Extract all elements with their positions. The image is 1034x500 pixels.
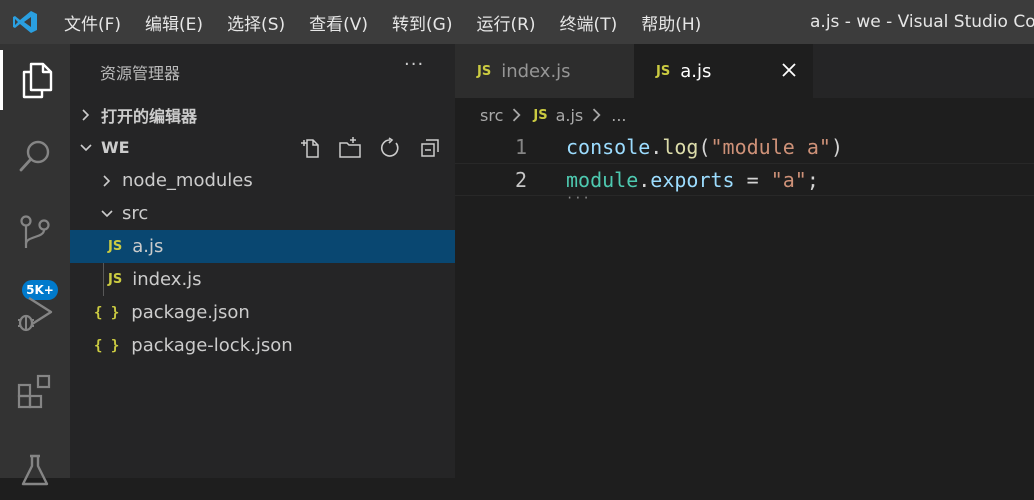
tree-item-label: node_modules (122, 170, 253, 191)
vscode-logo-icon (13, 11, 37, 33)
js-file-icon: JS (477, 63, 492, 79)
tab-index-js[interactable]: JS index.js (455, 44, 634, 98)
code-token: ( (698, 134, 711, 159)
new-folder-icon (339, 137, 361, 158)
tree-item-label: src (122, 203, 149, 224)
new-file-button[interactable] (297, 135, 323, 161)
code-token: log (662, 134, 699, 159)
new-file-icon (301, 139, 319, 158)
explorer-sidebar: 资源管理器 ··· 打开的编辑器 WE node_modules src JS … (70, 44, 455, 478)
more-actions-icon[interactable]: ··· (404, 54, 424, 75)
explorer-icon (22, 62, 52, 99)
activity-testing[interactable] (0, 440, 70, 500)
new-folder-button[interactable] (337, 135, 363, 161)
menu-edit[interactable]: 编辑(E) (133, 10, 215, 35)
line-number: 2 (514, 167, 527, 192)
collapse-all-icon (421, 139, 439, 157)
chevron-right-icon (82, 108, 90, 121)
chevron-right-icon (513, 108, 521, 122)
code-token: "a" (770, 167, 807, 192)
tree-item-label: package.json (131, 302, 250, 323)
code-token: exports (650, 167, 735, 192)
tree-folder-node-modules[interactable]: node_modules (70, 164, 455, 197)
tree-folder-src[interactable]: src (70, 197, 455, 230)
code-token: "module a" (710, 134, 831, 159)
js-file-icon: JS (533, 107, 548, 123)
menu-terminal[interactable]: 终端(T) (548, 10, 630, 35)
chevron-right-icon (103, 174, 111, 187)
chevron-down-icon (101, 209, 113, 217)
tree-file-index-js[interactable]: JS index.js (70, 263, 455, 296)
code-token: = (734, 167, 771, 192)
tree-file-package-lock-json[interactable]: { } package-lock.json (70, 329, 455, 362)
tree-item-label: package-lock.json (131, 335, 293, 356)
code-token: console (566, 134, 651, 159)
menu-bar: 文件(F) 编辑(E) 选择(S) 查看(V) 转到(G) 运行(R) 终端(T… (52, 0, 713, 44)
chevron-down-icon (80, 143, 92, 151)
line-number: 1 (514, 134, 527, 159)
collapse-all-button[interactable] (417, 135, 443, 161)
activity-explorer[interactable] (0, 50, 70, 110)
code-token: module (566, 167, 639, 192)
menu-selection[interactable]: 选择(S) (215, 10, 297, 35)
menu-view[interactable]: 查看(V) (297, 10, 380, 35)
code-token: . (650, 134, 663, 159)
refresh-icon (380, 137, 399, 157)
tree-item-label: index.js (132, 269, 202, 290)
activity-extensions[interactable] (0, 362, 70, 422)
refresh-button[interactable] (377, 135, 403, 161)
source-control-icon (20, 215, 50, 248)
code-token: ; (806, 167, 819, 192)
explorer-title: 资源管理器 (100, 64, 181, 83)
open-editors-section[interactable]: 打开的编辑器 (70, 98, 455, 131)
activity-source-control[interactable] (0, 204, 70, 264)
hint-dots: ··· (566, 191, 591, 205)
workspace-section[interactable]: WE (70, 131, 455, 164)
editor-tab-bar: JS index.js JS a.js (455, 44, 1034, 98)
workspace-label: WE (101, 138, 130, 157)
json-file-icon: { } (94, 337, 120, 354)
open-editors-label: 打开的编辑器 (101, 106, 198, 126)
breadcrumb: src JS a.js ... (480, 104, 627, 126)
activity-search[interactable] (0, 126, 70, 186)
js-file-icon: JS (656, 63, 671, 79)
code-editor[interactable]: 1 console. log("module a") 2 module. exports … (455, 130, 1034, 205)
code-token: ) (830, 134, 843, 159)
menu-go[interactable]: 转到(G) (380, 10, 464, 35)
js-file-icon: JS (108, 239, 123, 254)
explorer-toolbar (297, 135, 443, 161)
chevron-right-icon (593, 108, 601, 122)
code-line[interactable]: 1 console. log("module a") (455, 130, 1034, 163)
code-token: . (638, 167, 651, 192)
menu-file[interactable]: 文件(F) (52, 10, 133, 35)
breadcrumb-folder[interactable]: src (480, 106, 503, 125)
code-line[interactable]: 2 module. exports = "a"; ··· (455, 163, 1034, 205)
activity-bar: 5K+ (0, 44, 70, 486)
breadcrumb-symbol[interactable]: ... (611, 106, 626, 125)
tree-file-a-js[interactable]: JS a.js (70, 230, 455, 263)
tab-a-js[interactable]: JS a.js (634, 44, 813, 98)
extensions-icon (17, 374, 51, 409)
menu-help[interactable]: 帮助(H) (629, 10, 713, 35)
tree-item-label: a.js (132, 236, 164, 257)
close-icon[interactable] (779, 60, 799, 80)
breadcrumb-file[interactable]: a.js (556, 106, 584, 125)
tab-label: index.js (501, 60, 571, 82)
activity-run-debug[interactable] (0, 284, 70, 344)
menu-run[interactable]: 运行(R) (464, 10, 547, 35)
window-title: a.js - we - Visual Studio Code (810, 12, 1034, 32)
testing-icon (21, 454, 49, 486)
tab-label: a.js (680, 60, 712, 82)
search-icon (19, 140, 50, 172)
json-file-icon: { } (94, 304, 120, 321)
title-bar: 文件(F) 编辑(E) 选择(S) 查看(V) 转到(G) 运行(R) 终端(T… (0, 0, 1034, 44)
js-file-icon: JS (108, 272, 123, 287)
run-debug-icon (18, 296, 53, 332)
tree-file-package-json[interactable]: { } package.json (70, 296, 455, 329)
